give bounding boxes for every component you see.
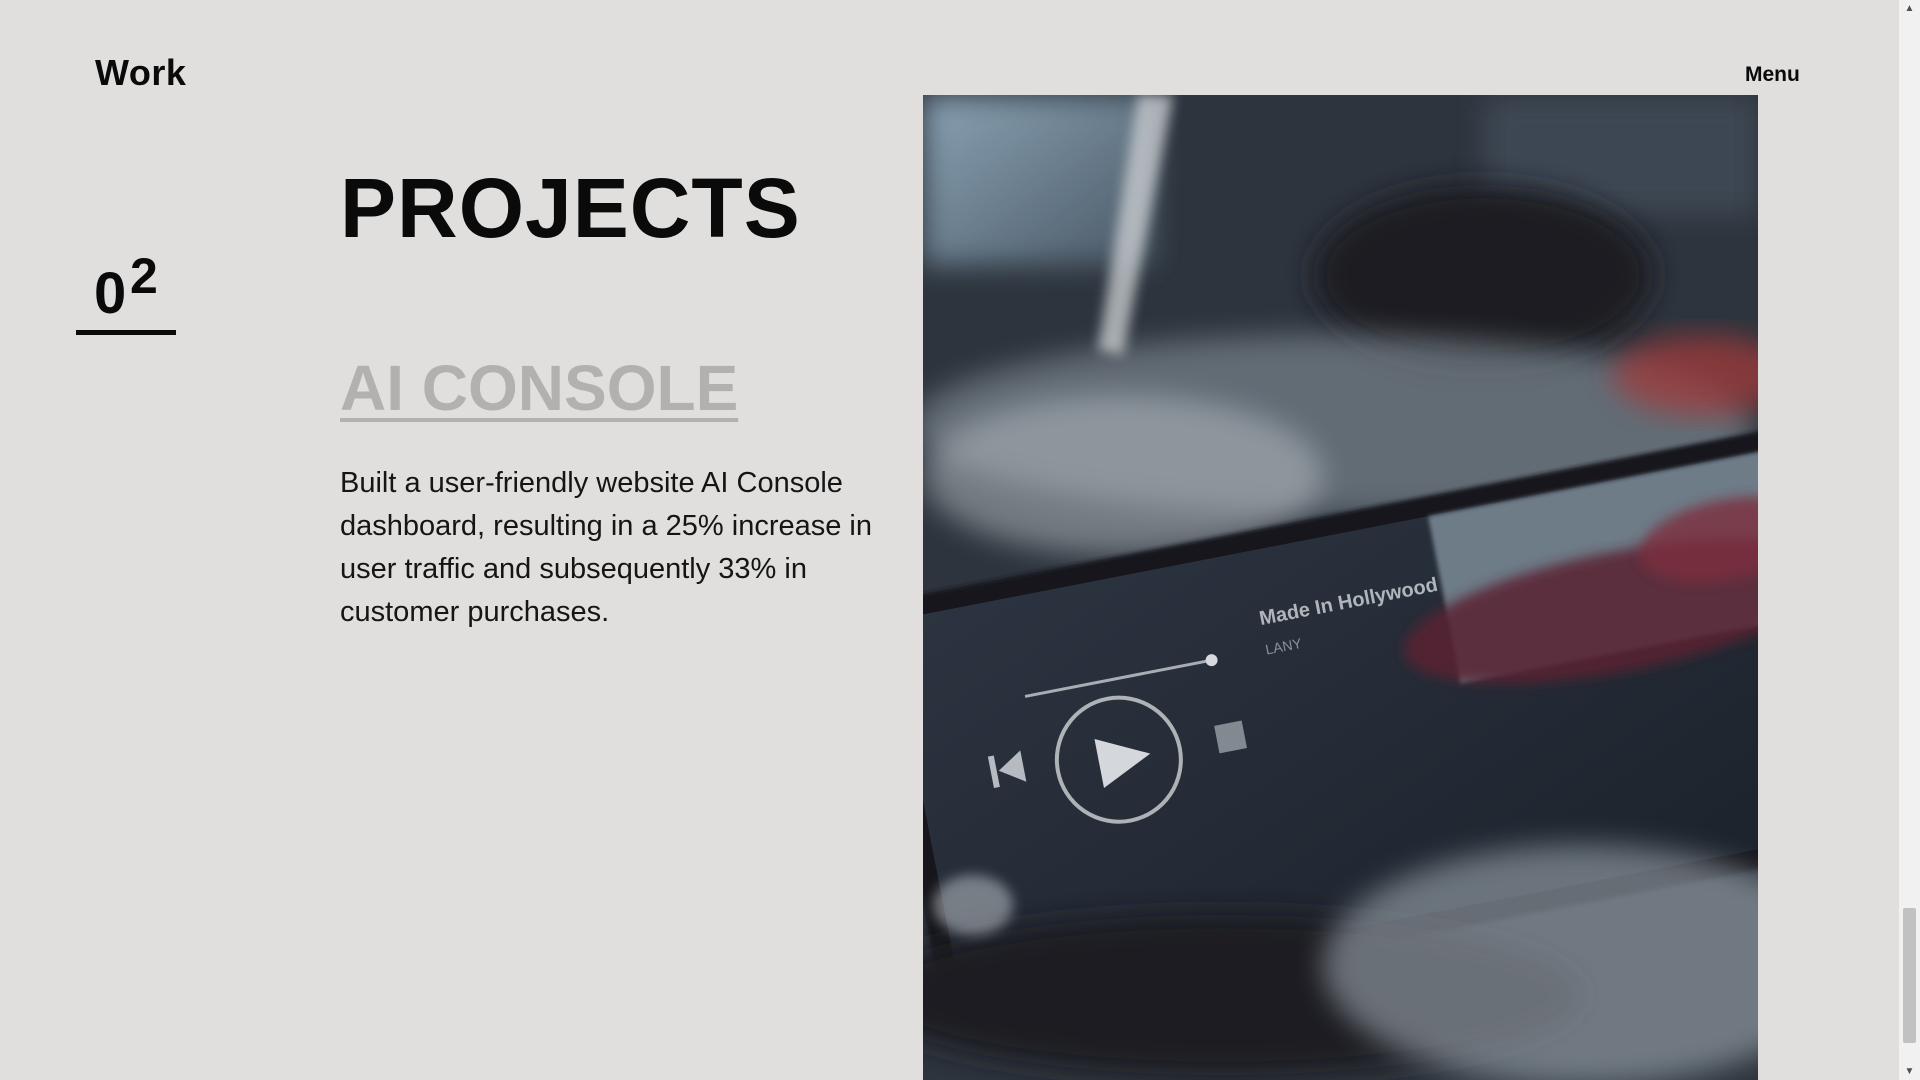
scrollbar-thumb[interactable] (1903, 908, 1916, 1043)
menu-button[interactable]: Menu (1745, 63, 1800, 87)
scroll-up-button[interactable]: ▲ (1899, 0, 1920, 17)
vertical-scrollbar[interactable]: ▲ ▼ (1899, 0, 1920, 1080)
page-heading: PROJECTS (340, 161, 801, 255)
phone-photo-illustration: Made In Hollywood LANY (923, 95, 1758, 1080)
project-description: Built a user-friendly website AI Console… (340, 467, 872, 628)
brand-logo-link[interactable]: Work (95, 52, 186, 94)
section-index: 0 2 (76, 245, 176, 335)
section-index-superscript: 2 (130, 248, 158, 304)
scroll-down-button[interactable]: ▼ (1899, 1063, 1920, 1080)
project-image[interactable]: Made In Hollywood LANY (923, 95, 1758, 1080)
section-index-number: 0 (94, 261, 127, 326)
project-title-link[interactable]: AI CONSOLE (340, 356, 738, 420)
page: Work Menu 0 2 PROJECTS AI CONSOLE Built … (0, 0, 1920, 1080)
